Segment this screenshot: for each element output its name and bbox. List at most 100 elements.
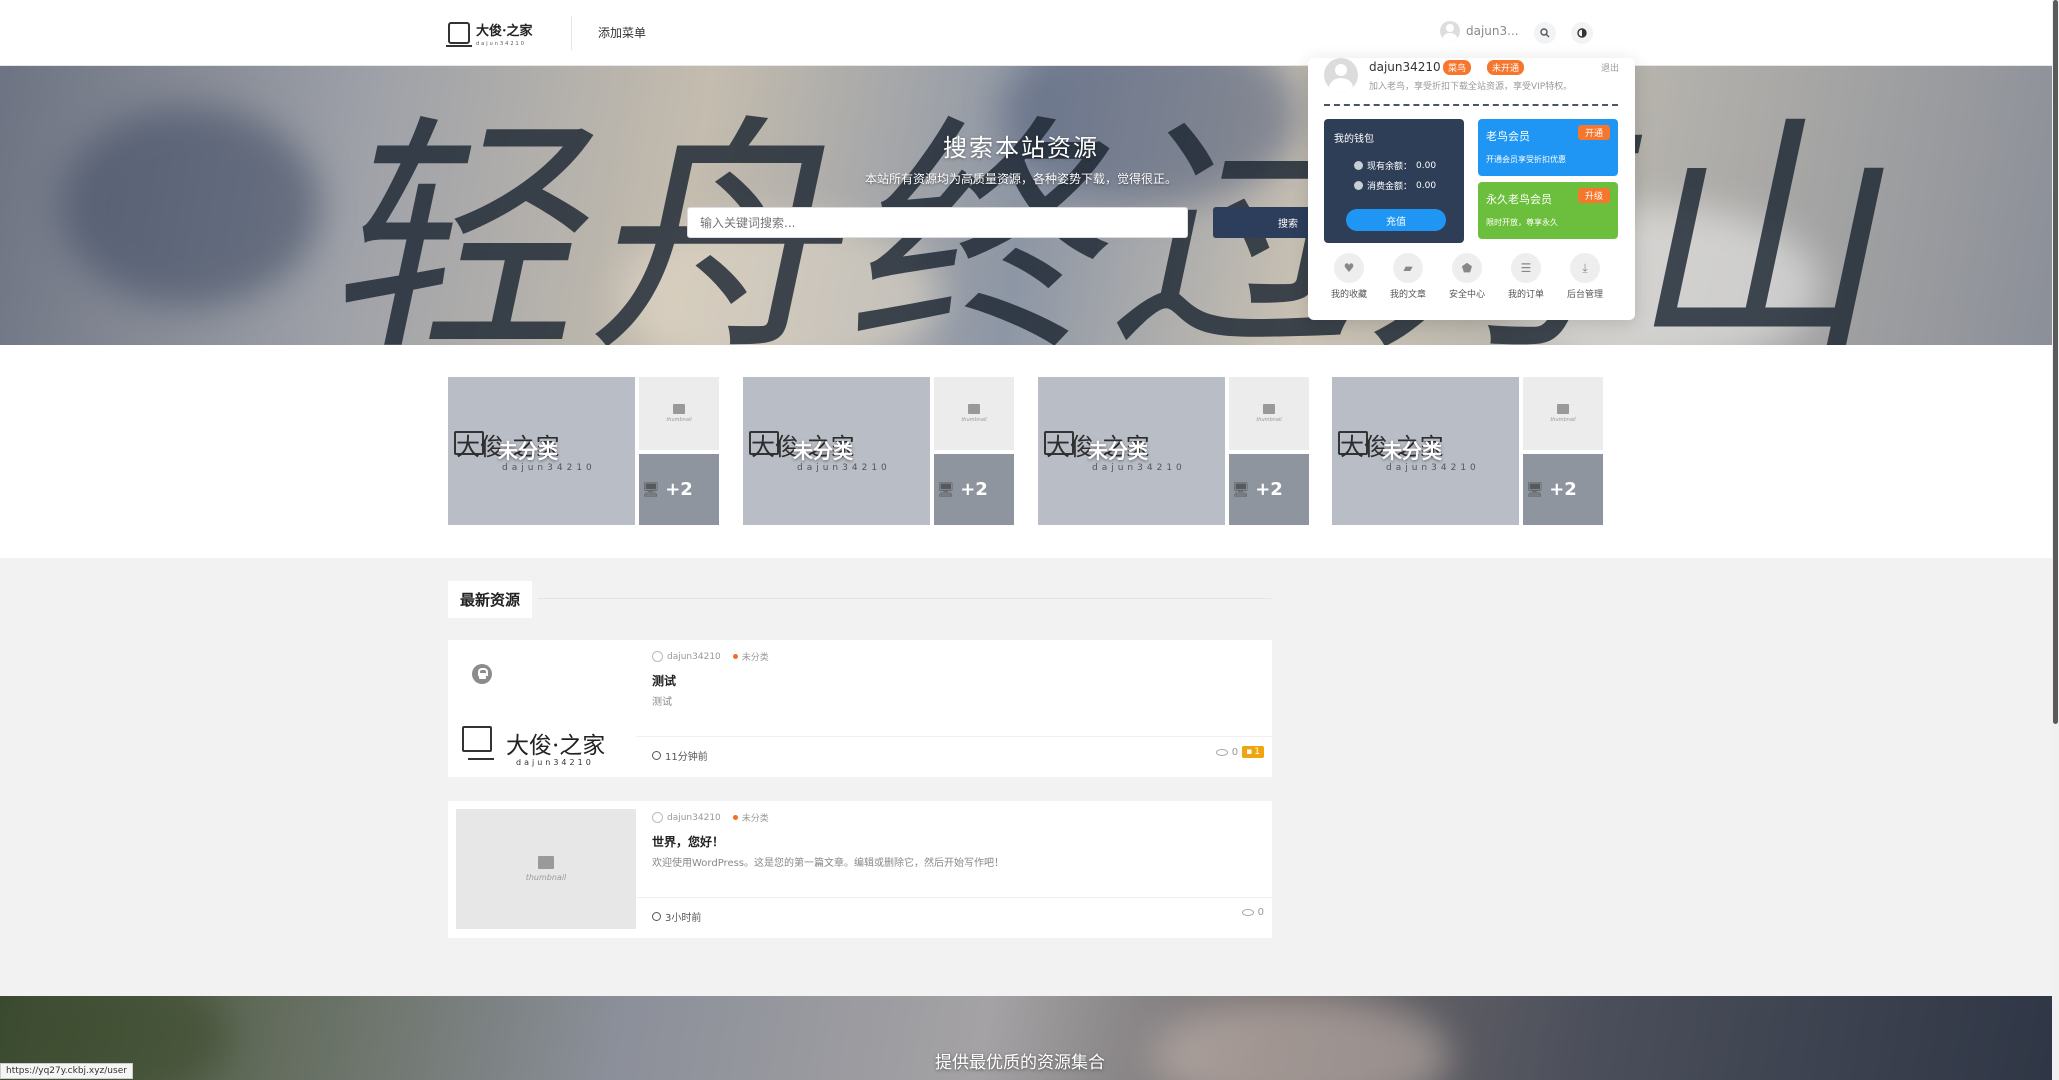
category-label: 未分类: [498, 439, 558, 463]
vip-upgrade-button[interactable]: 升级: [1577, 188, 1610, 203]
category-cover: 大俊·之家 dajun34210 未分类: [448, 377, 635, 525]
quick-link-security[interactable]: ⬟ 安全中心: [1442, 253, 1492, 300]
comment-badge[interactable]: ▪ 1: [1242, 746, 1264, 758]
category-more[interactable]: 🖥 +2: [1523, 454, 1603, 525]
site-header: 大俊·之家 dajun34210 添加菜单 dajun3...: [0, 0, 2052, 66]
site-logo[interactable]: 大俊·之家 dajun34210: [446, 20, 538, 47]
hero-search-input[interactable]: [687, 207, 1188, 238]
category-label: 未分类: [1088, 439, 1148, 463]
category-more[interactable]: 🖥 +2: [934, 454, 1014, 525]
eye-icon: [1215, 748, 1228, 756]
post-category-name: 未分类: [741, 814, 769, 824]
quick-link-admin[interactable]: ⤓ 后台管理: [1560, 253, 1610, 300]
category-more-count: +2: [665, 479, 693, 500]
post-card[interactable]: 大俊·之家 dajun34210 dajun34210 未分类 测试 测试 11…: [448, 640, 1272, 777]
thumb-caption: thumbnail: [961, 417, 987, 423]
post-divider: [636, 736, 1272, 737]
vip-open-button[interactable]: 开通: [1577, 125, 1610, 140]
post-views-count: 0: [1257, 907, 1264, 918]
post-stats: 0 ▪ 1: [1215, 746, 1264, 758]
post-time-text: 3小时前: [665, 913, 702, 924]
image-icon: [673, 404, 685, 414]
section-divider: [538, 598, 1271, 599]
user-short-name: dajun3...: [1466, 24, 1519, 38]
status-bar-url: https://yq27y.ckbj.xyz/user: [0, 1063, 133, 1079]
category-watermark-sub: dajun34210: [797, 463, 891, 473]
theme-toggle-icon[interactable]: [1571, 22, 1593, 44]
category-more[interactable]: 🖥 +2: [1229, 454, 1309, 525]
page-scrollbar[interactable]: [2052, 0, 2059, 1080]
category-dot-icon: [732, 815, 738, 820]
post-title[interactable]: 测试: [652, 672, 676, 689]
quick-link-label: 后台管理: [1566, 290, 1603, 300]
post-category[interactable]: 未分类: [732, 650, 769, 663]
user-menu-trigger[interactable]: dajun3...: [1440, 21, 1519, 41]
post-thumbnail[interactable]: thumbnail: [456, 809, 636, 929]
thumb-watermark: 大俊·之家: [506, 733, 606, 759]
category-dot-icon: [732, 654, 738, 659]
thumb-caption: thumbnail: [666, 417, 692, 423]
wallet-balance: 现有余额： 0.00: [1354, 159, 1436, 172]
quick-link-articles[interactable]: ▰ 我的文章: [1383, 253, 1433, 300]
category-label: 未分类: [1382, 439, 1442, 463]
vip-status-badge: 未开通: [1487, 60, 1525, 75]
post-author[interactable]: dajun34210: [652, 651, 721, 662]
wallet-spent-value: 0.00: [1416, 180, 1437, 191]
post-title[interactable]: 世界，您好！: [652, 833, 724, 850]
recharge-button[interactable]: 充值: [1346, 209, 1446, 231]
quick-link-orders[interactable]: ☰ 我的订单: [1501, 253, 1551, 300]
image-icon: [538, 856, 554, 869]
post-divider: [636, 897, 1272, 898]
wallet-card: 我的钱包 现有余额： 0.00 消费金额： 0.00 充值: [1324, 119, 1464, 243]
category-card[interactable]: 大俊·之家 dajun34210 未分类 thumbnail 🖥 +2: [1038, 377, 1309, 525]
quick-link-favorites[interactable]: ♥ 我的收藏: [1324, 253, 1374, 300]
post-views-count: 0: [1231, 746, 1239, 758]
footer-banner-text: 提供最优质的资源集合: [935, 1053, 1105, 1073]
logout-link[interactable]: 退出: [1601, 61, 1619, 74]
category-card[interactable]: 大俊·之家 dajun34210 未分类 thumbnail 🖥 +2: [1332, 377, 1603, 525]
user-icon: [652, 812, 663, 823]
panel-divider: [1324, 104, 1618, 106]
post-time: 11分钟前: [652, 748, 708, 763]
logo-computer-icon: [446, 22, 472, 47]
coin-icon: [1354, 181, 1363, 190]
post-author[interactable]: dajun34210: [652, 812, 721, 823]
post-category[interactable]: 未分类: [732, 811, 769, 824]
vip-card-laoniao[interactable]: 老鸟会员 开通 开通会员享受折扣优惠: [1478, 119, 1618, 176]
logo-subtext: dajun34210: [476, 40, 526, 47]
post-author-name: dajun34210: [667, 651, 721, 662]
post-meta: dajun34210 未分类: [652, 650, 769, 663]
comment-count: 1: [1254, 747, 1260, 757]
post-meta: dajun34210 未分类: [652, 811, 769, 824]
heart-icon: ♥: [1334, 253, 1364, 283]
avatar: [1440, 21, 1460, 41]
category-more[interactable]: 🖥 +2: [639, 454, 719, 525]
category-card[interactable]: 大俊·之家 dajun34210 未分类 thumbnail 🖥 +2: [448, 377, 719, 525]
post-thumbnail[interactable]: 大俊·之家 dajun34210: [456, 648, 636, 768]
category-label: 未分类: [793, 439, 853, 463]
lock-icon: [472, 664, 492, 684]
category-thumb: thumbnail: [1229, 377, 1309, 450]
order-icon: ☰: [1511, 253, 1541, 283]
thumb-watermark-sub: dajun34210: [516, 758, 594, 767]
category-watermark-sub: dajun34210: [1092, 463, 1186, 473]
thumb-caption: thumbnail: [1550, 417, 1576, 423]
vip-card-name: 永久老鸟会员: [1486, 193, 1552, 206]
computer-icon: [462, 726, 492, 752]
quick-link-label: 我的文章: [1389, 290, 1426, 300]
post-card[interactable]: thumbnail dajun34210 未分类 世界，您好！ 欢迎使用Word…: [448, 801, 1272, 938]
footer-banner: 提供最优质的资源集合: [0, 996, 2052, 1080]
search-icon[interactable]: [1534, 22, 1556, 44]
quick-link-label: 我的订单: [1507, 290, 1544, 300]
wallet-spent-label: 消费金额：: [1367, 182, 1413, 192]
category-card[interactable]: 大俊·之家 dajun34210 未分类 thumbnail 🖥 +2: [743, 377, 1014, 525]
nav-add-menu[interactable]: 添加菜单: [598, 24, 646, 41]
category-thumb: thumbnail: [1523, 377, 1603, 450]
avatar[interactable]: [1324, 58, 1358, 92]
category-section: 大俊·之家 dajun34210 未分类 thumbnail 🖥 +2 大俊·之家 d…: [0, 345, 2052, 558]
vip-card-desc: 开通会员享受折扣优惠: [1486, 155, 1566, 164]
scrollbar-thumb[interactable]: [2053, 0, 2058, 724]
eye-icon: [1241, 909, 1254, 916]
vip-card-permanent[interactable]: 永久老鸟会员 升级 限时开放，尊享永久: [1478, 182, 1618, 239]
quick-link-label: 安全中心: [1448, 290, 1485, 300]
